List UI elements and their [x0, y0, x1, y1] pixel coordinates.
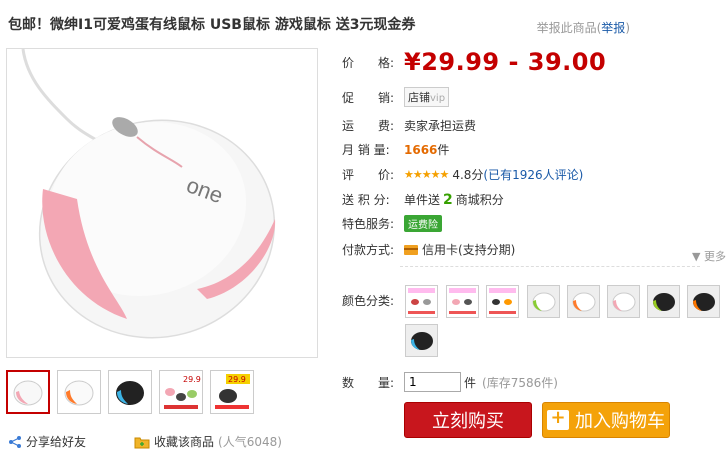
sales-row: 月 销 量: 1666 件: [342, 141, 449, 158]
price-value: ¥29.99 - 39.00: [404, 48, 607, 76]
thumbnail-promo-2[interactable]: 29.9: [210, 370, 254, 414]
svg-text:29.9: 29.9: [228, 375, 246, 384]
points-prefix: 单件送: [404, 193, 441, 207]
payment-row: 付款方式: 信用卡(支持分期): [342, 241, 515, 258]
services-label: 特色服务:: [342, 217, 395, 231]
stock-count: (库存7586件): [482, 375, 558, 390]
favorite-popularity: (人气6048): [218, 435, 282, 449]
thumbnail-pink-mouse[interactable]: [6, 370, 50, 414]
favorite-label: 收藏该商品: [154, 435, 215, 449]
report-prefix: 举报此商品: [536, 21, 597, 35]
divider: [400, 266, 700, 267]
quantity-input[interactable]: [404, 372, 461, 392]
buy-now-button[interactable]: 立刻购买: [404, 402, 532, 438]
shipping-row: 运 费: 卖家承担运费: [342, 117, 476, 134]
points-value: 2: [443, 191, 453, 208]
report-paren-close: ): [625, 21, 630, 35]
more-payment-link[interactable]: ▼ 更多: [692, 248, 726, 264]
price-row: 价 格: ¥29.99 - 39.00: [342, 48, 606, 76]
rating-reviews-link[interactable]: (已有1926人评论): [483, 166, 583, 183]
share-link[interactable]: 分享给好友: [8, 433, 86, 450]
color-option-1[interactable]: [405, 285, 438, 318]
report-action[interactable]: 举报: [601, 21, 625, 35]
color-option-8[interactable]: [687, 285, 720, 318]
sales-label: 月 销 量:: [342, 143, 390, 157]
quantity-row: 数 量: 件 (库存7586件): [342, 372, 558, 392]
add-to-cart-button[interactable]: 加入购物车: [542, 402, 670, 438]
shop-vip-tag[interactable]: 店铺vip: [404, 87, 450, 107]
mouse-image: one: [21, 49, 276, 339]
sales-unit: 件: [437, 143, 450, 157]
color-option-4[interactable]: [527, 285, 560, 318]
thumbnail-black-mouse[interactable]: [108, 370, 152, 414]
rating-row: 评 价: ★★★★★ 4.8分 (已有1926人评论): [342, 166, 583, 183]
product-title: 包邮！微绅I1可爱鸡蛋有线鼠标 USB鼠标 游戏鼠标 送3元现金券: [8, 17, 416, 33]
thumbnail-promo-1[interactable]: 29.9: [159, 370, 203, 414]
points-label: 送 积 分:: [342, 193, 390, 207]
folder-plus-icon: [134, 437, 150, 448]
color-option-7[interactable]: [647, 285, 680, 318]
add-to-cart-label: 加入购物车: [575, 411, 665, 432]
shipping-label: 运 费:: [342, 119, 395, 133]
color-option-3[interactable]: [486, 285, 519, 318]
freight-insurance-badge[interactable]: 运费险: [404, 215, 442, 232]
payment-label: 付款方式:: [342, 243, 395, 257]
svg-text:29.9: 29.9: [183, 375, 201, 384]
rating-score: 4.8分: [452, 168, 484, 182]
color-option-2[interactable]: [446, 285, 479, 318]
quantity-unit: 件: [464, 375, 477, 390]
color-option-6[interactable]: [607, 285, 640, 318]
vip-tag-text: vip: [430, 93, 446, 104]
shipping-value: 卖家承担运费: [404, 119, 477, 133]
promo-label: 促 销:: [342, 90, 395, 105]
sales-count: 1666: [404, 142, 438, 157]
price-label: 价 格:: [342, 55, 395, 70]
shop-tag-text: 店铺: [408, 91, 430, 104]
buy-now-label: 立刻购买: [432, 411, 504, 432]
main-product-image[interactable]: one: [6, 48, 318, 358]
cart-plus-icon: [547, 407, 569, 430]
share-label: 分享给好友: [26, 435, 87, 449]
points-suffix: 商城积分: [455, 193, 504, 207]
thumbnail-orange-mouse[interactable]: [57, 370, 101, 414]
report-link[interactable]: 举报此商品(举报): [537, 19, 630, 36]
quantity-label: 数 量:: [342, 375, 395, 390]
points-row: 送 积 分: 单件送 2 商城积分: [342, 191, 504, 208]
color-label: 颜色分类:: [342, 294, 395, 308]
promo-row: 促 销: 店铺vip: [342, 87, 450, 107]
credit-card-icon: [404, 244, 418, 255]
favorite-link[interactable]: 收藏该商品 (人气6048): [134, 433, 282, 450]
color-option-5[interactable]: [567, 285, 600, 318]
thumbnail-strip: 29.9 29.9: [6, 370, 254, 414]
color-option-9[interactable]: [405, 324, 438, 357]
rating-stars-icon: ★★★★★: [404, 168, 449, 181]
services-row: 特色服务: 运费险: [342, 215, 442, 232]
share-icon: [9, 435, 21, 448]
payment-value: 信用卡(支持分期): [422, 243, 516, 257]
rating-label: 评 价:: [342, 168, 395, 182]
